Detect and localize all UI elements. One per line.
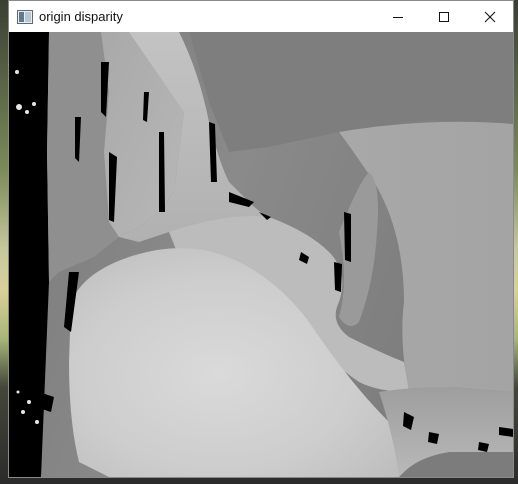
disparity-map xyxy=(9,32,513,477)
app-window-icon xyxy=(17,9,33,24)
caption-buttons xyxy=(375,1,513,32)
image-window: origin disparity xyxy=(8,0,514,478)
maximize-icon xyxy=(439,11,449,22)
minimize-icon xyxy=(393,16,403,18)
close-icon xyxy=(484,11,496,22)
title-bar[interactable]: origin disparity xyxy=(9,1,513,32)
close-button[interactable] xyxy=(467,1,513,32)
occlusion-left xyxy=(9,32,49,477)
minimize-button[interactable] xyxy=(375,1,421,32)
window-title: origin disparity xyxy=(39,9,123,24)
maximize-button[interactable] xyxy=(421,1,467,32)
disparity-image[interactable] xyxy=(9,32,513,477)
